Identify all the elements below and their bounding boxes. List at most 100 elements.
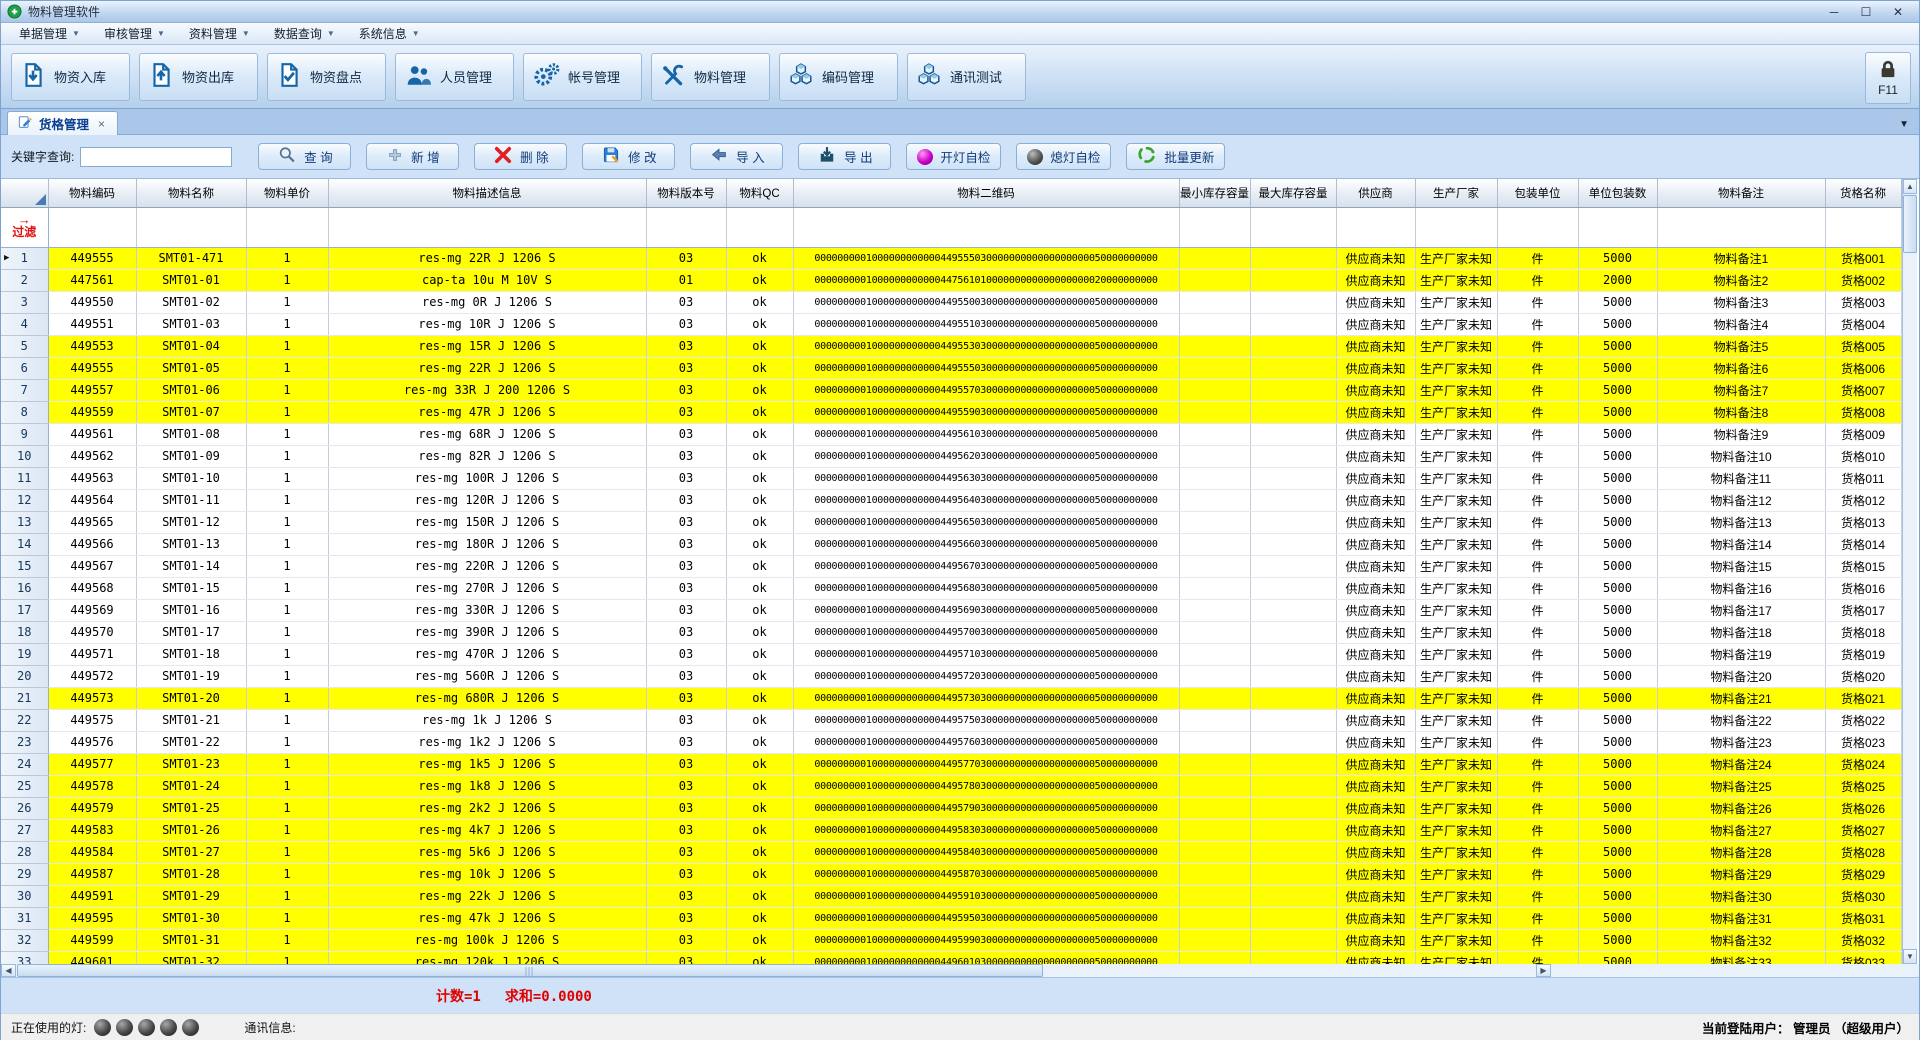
- cell-name[interactable]: SMT01-07: [136, 401, 246, 423]
- cell-pack[interactable]: 5000: [1578, 291, 1657, 313]
- cell-maker[interactable]: 生产厂家未知: [1415, 841, 1497, 863]
- table-row[interactable]: 3449550SMT01-021res-mg 0R J 1206 S03ok00…: [1, 291, 1901, 313]
- cell-min[interactable]: [1179, 687, 1250, 709]
- scroll-left-icon[interactable]: ◀: [1, 964, 16, 977]
- cell-desc[interactable]: res-mg 680R J 1206 S: [328, 687, 646, 709]
- filter-cell-7[interactable]: [793, 207, 1179, 247]
- cell-name[interactable]: SMT01-05: [136, 357, 246, 379]
- column-header-4[interactable]: 物料描述信息: [328, 179, 646, 207]
- cell-unit[interactable]: 件: [1497, 511, 1578, 533]
- cell-qc[interactable]: ok: [726, 753, 793, 775]
- cell-ver[interactable]: 03: [646, 467, 726, 489]
- cell-pack[interactable]: 5000: [1578, 621, 1657, 643]
- table-row[interactable]: 30449591SMT01-291res-mg 22k J 1206 S03ok…: [1, 885, 1901, 907]
- cell-maker[interactable]: 生产厂家未知: [1415, 599, 1497, 621]
- cell-qr[interactable]: 0000000001000000000000447561010000000000…: [793, 269, 1179, 291]
- table-row[interactable]: 7449557SMT01-061res-mg 33R J 200 1206 S0…: [1, 379, 1901, 401]
- cell-code[interactable]: 449566: [48, 533, 136, 555]
- cell-qc[interactable]: ok: [726, 797, 793, 819]
- cell-supplier[interactable]: 供应商未知: [1336, 489, 1415, 511]
- cell-ver[interactable]: 03: [646, 357, 726, 379]
- column-header-11[interactable]: 生产厂家: [1415, 179, 1497, 207]
- cell-qr[interactable]: 0000000001000000000000449571030000000000…: [793, 643, 1179, 665]
- cell-shelf[interactable]: 货格025: [1825, 775, 1901, 797]
- cell-note[interactable]: 物料备注33: [1657, 951, 1825, 964]
- table-row[interactable]: 9449561SMT01-081res-mg 68R J 1206 S03ok0…: [1, 423, 1901, 445]
- action-button-5[interactable]: 导 入: [690, 143, 783, 170]
- cell-price[interactable]: 1: [246, 643, 328, 665]
- cell-price[interactable]: 1: [246, 291, 328, 313]
- table-row[interactable]: ▶1449555SMT01-4711res-mg 22R J 1206 S03o…: [1, 247, 1901, 269]
- table-row[interactable]: 6449555SMT01-051res-mg 22R J 1206 S03ok0…: [1, 357, 1901, 379]
- table-row[interactable]: 17449569SMT01-161res-mg 330R J 1206 S03o…: [1, 599, 1901, 621]
- row-number[interactable]: 9: [1, 423, 48, 445]
- cell-ver[interactable]: 03: [646, 423, 726, 445]
- cell-qr[interactable]: 0000000001000000000000449550030000000000…: [793, 291, 1179, 313]
- cell-qc[interactable]: ok: [726, 885, 793, 907]
- row-number[interactable]: 24: [1, 753, 48, 775]
- cell-name[interactable]: SMT01-01: [136, 269, 246, 291]
- table-row[interactable]: 29449587SMT01-281res-mg 10k J 1206 S03ok…: [1, 863, 1901, 885]
- cell-qc[interactable]: ok: [726, 775, 793, 797]
- cell-shelf[interactable]: 货格004: [1825, 313, 1901, 335]
- cell-code[interactable]: 449584: [48, 841, 136, 863]
- cell-qr[interactable]: 0000000001000000000000449559030000000000…: [793, 401, 1179, 423]
- cell-maker[interactable]: 生产厂家未知: [1415, 423, 1497, 445]
- row-number[interactable]: 28: [1, 841, 48, 863]
- row-number[interactable]: 15: [1, 555, 48, 577]
- cell-supplier[interactable]: 供应商未知: [1336, 731, 1415, 753]
- cell-min[interactable]: [1179, 775, 1250, 797]
- cell-pack[interactable]: 5000: [1578, 489, 1657, 511]
- row-number[interactable]: 14: [1, 533, 48, 555]
- cell-min[interactable]: [1179, 621, 1250, 643]
- cell-name[interactable]: SMT01-19: [136, 665, 246, 687]
- menu-item-3[interactable]: 资料管理▼: [179, 23, 260, 44]
- cell-code[interactable]: 449562: [48, 445, 136, 467]
- cell-pack[interactable]: 5000: [1578, 797, 1657, 819]
- cell-qr[interactable]: 0000000001000000000000449599030000000000…: [793, 929, 1179, 951]
- cell-price[interactable]: 1: [246, 489, 328, 511]
- filter-cell-1[interactable]: [48, 207, 136, 247]
- cell-shelf[interactable]: 货格016: [1825, 577, 1901, 599]
- cell-supplier[interactable]: 供应商未知: [1336, 555, 1415, 577]
- cell-maker[interactable]: 生产厂家未知: [1415, 687, 1497, 709]
- cell-qc[interactable]: ok: [726, 577, 793, 599]
- cell-ver[interactable]: 03: [646, 665, 726, 687]
- cell-max[interactable]: [1250, 929, 1336, 951]
- cell-qc[interactable]: ok: [726, 445, 793, 467]
- cell-pack[interactable]: 5000: [1578, 423, 1657, 445]
- row-number[interactable]: 26: [1, 797, 48, 819]
- cell-shelf[interactable]: 货格032: [1825, 929, 1901, 951]
- cell-desc[interactable]: res-mg 4k7 J 1206 S: [328, 819, 646, 841]
- cell-supplier[interactable]: 供应商未知: [1336, 269, 1415, 291]
- cell-shelf[interactable]: 货格020: [1825, 665, 1901, 687]
- cell-max[interactable]: [1250, 885, 1336, 907]
- cell-min[interactable]: [1179, 599, 1250, 621]
- cell-ver[interactable]: 03: [646, 335, 726, 357]
- cell-price[interactable]: 1: [246, 907, 328, 929]
- cell-qr[interactable]: 0000000001000000000000449564030000000000…: [793, 489, 1179, 511]
- toolbar-button-7[interactable]: 编码管理: [779, 53, 898, 101]
- cell-ver[interactable]: 03: [646, 291, 726, 313]
- cell-shelf[interactable]: 货格003: [1825, 291, 1901, 313]
- row-number[interactable]: 11: [1, 467, 48, 489]
- action-button-2[interactable]: 新 增: [366, 143, 459, 170]
- cell-max[interactable]: [1250, 907, 1336, 929]
- cell-qc[interactable]: ok: [726, 709, 793, 731]
- cell-ver[interactable]: 03: [646, 533, 726, 555]
- cell-price[interactable]: 1: [246, 621, 328, 643]
- cell-note[interactable]: 物料备注11: [1657, 467, 1825, 489]
- cell-unit[interactable]: 件: [1497, 775, 1578, 797]
- cell-pack[interactable]: 5000: [1578, 357, 1657, 379]
- vertical-scrollbar[interactable]: ▲ ▼: [1902, 179, 1917, 964]
- cell-ver[interactable]: 03: [646, 797, 726, 819]
- cell-supplier[interactable]: 供应商未知: [1336, 951, 1415, 964]
- cell-code[interactable]: 449577: [48, 753, 136, 775]
- cell-unit[interactable]: 件: [1497, 247, 1578, 269]
- cell-max[interactable]: [1250, 819, 1336, 841]
- cell-min[interactable]: [1179, 379, 1250, 401]
- cell-ver[interactable]: 03: [646, 841, 726, 863]
- cell-ver[interactable]: 03: [646, 489, 726, 511]
- toolbar-overflow-icon[interactable]: ▼: [1899, 119, 1909, 130]
- column-header-9[interactable]: 最大库存容量: [1250, 179, 1336, 207]
